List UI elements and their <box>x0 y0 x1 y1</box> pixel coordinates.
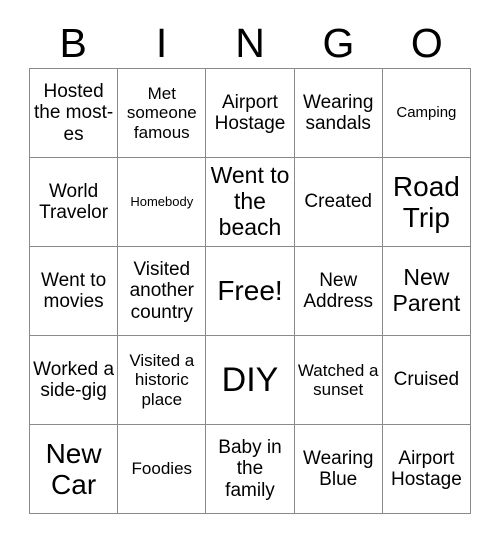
bingo-header-letter-n: N <box>235 19 265 66</box>
bingo-cell-label: Wearing Blue <box>302 447 374 490</box>
bingo-cell-label: Baby in the family <box>218 437 282 501</box>
bingo-cell-n3-free[interactable]: Free! <box>206 247 295 336</box>
bingo-cell-o4[interactable]: Cruised <box>382 336 471 425</box>
bingo-header-letter-g: G <box>322 19 355 66</box>
bingo-cell-n5[interactable]: Baby in the family <box>206 425 295 514</box>
bingo-cell-o3[interactable]: New Parent <box>382 247 471 336</box>
bingo-header-letter-i: I <box>155 19 168 66</box>
bingo-cell-label: Went to movies <box>41 269 107 312</box>
bingo-cell-i4[interactable]: Visited a historic place <box>118 336 207 425</box>
bingo-cell-n2[interactable]: Went to the beach <box>206 158 295 247</box>
bingo-cell-b1[interactable]: Hosted the most-es <box>30 69 119 158</box>
bingo-cell-label: Visited another country <box>129 259 195 323</box>
bingo-cell-label: Airport Hostage <box>214 91 286 134</box>
bingo-cell-g2[interactable]: Created <box>294 158 383 247</box>
bingo-cell-g5[interactable]: Wearing Blue <box>294 425 383 514</box>
bingo-header-letter-o: O <box>410 19 443 66</box>
bingo-cell-o5[interactable]: Airport Hostage <box>382 425 471 514</box>
bingo-cell-g4[interactable]: Watched a sunset <box>294 336 383 425</box>
bingo-card: B I N G O Hosted the most-es Met someone… <box>0 0 500 544</box>
bingo-cell-label: New Car <box>45 437 102 500</box>
bingo-cell-i5[interactable]: Foodies <box>118 425 207 514</box>
bingo-cell-label: Wearing sandals <box>302 91 374 134</box>
bingo-cell-label: Worked a side-gig <box>33 358 115 401</box>
bingo-cell-label: New Parent <box>392 264 461 316</box>
bingo-cell-label: Cruised <box>393 369 460 391</box>
bingo-cell-label: Foodies <box>131 459 193 479</box>
bingo-cell-label: Created <box>304 191 372 213</box>
bingo-cell-g1[interactable]: Wearing sandals <box>294 69 383 158</box>
bingo-cell-label: Free! <box>217 275 283 307</box>
bingo-cell-label: Went to the beach <box>210 162 290 240</box>
bingo-cell-label: New Address <box>303 269 374 312</box>
bingo-cell-b5[interactable]: New Car <box>30 425 119 514</box>
bingo-cell-label: Watched a sunset <box>297 360 379 399</box>
bingo-cell-n1[interactable]: Airport Hostage <box>206 69 295 158</box>
bingo-header: B I N G O <box>29 18 471 68</box>
bingo-cell-label: Homebody <box>130 193 194 209</box>
bingo-cell-label: Hosted the most-es <box>33 81 114 145</box>
bingo-cell-label: Camping <box>396 103 457 121</box>
bingo-cell-i3[interactable]: Visited another country <box>118 247 207 336</box>
bingo-cell-i2[interactable]: Homebody <box>118 158 207 247</box>
bingo-cell-label: Met someone famous <box>126 84 197 142</box>
bingo-cell-label: Visited a historic place <box>129 351 195 409</box>
bingo-cell-i1[interactable]: Met someone famous <box>118 69 207 158</box>
bingo-cell-b3[interactable]: Went to movies <box>30 247 119 336</box>
bingo-cell-g3[interactable]: New Address <box>294 247 383 336</box>
bingo-cell-label: World Travelor <box>39 180 109 223</box>
bingo-cell-n4[interactable]: DIY <box>206 336 295 425</box>
bingo-cell-label: Road Trip <box>392 170 460 233</box>
bingo-cell-b4[interactable]: Worked a side-gig <box>30 336 119 425</box>
bingo-cell-label: Airport Hostage <box>391 447 462 490</box>
bingo-cell-label: DIY <box>221 360 279 399</box>
bingo-grid: Hosted the most-es Met someone famous Ai… <box>29 68 471 514</box>
bingo-cell-o2[interactable]: Road Trip <box>382 158 471 247</box>
bingo-header-letter-b: B <box>59 19 87 66</box>
bingo-cell-o1[interactable]: Camping <box>382 69 471 158</box>
bingo-cell-b2[interactable]: World Travelor <box>30 158 119 247</box>
